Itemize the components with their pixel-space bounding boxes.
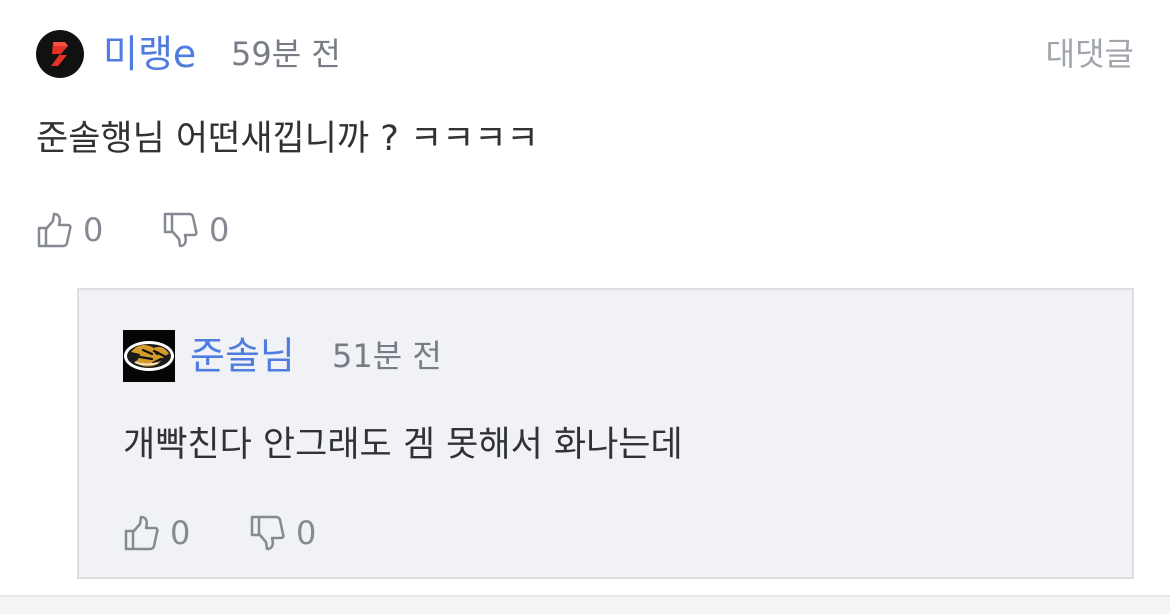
like-count: 0: [83, 211, 104, 249]
comment-username[interactable]: 미랭e: [103, 28, 196, 80]
thumbs-up-icon: [124, 515, 159, 551]
reply-button[interactable]: 대댓글: [1046, 28, 1134, 80]
reply-time: 51분 전: [332, 337, 442, 375]
thumbs-up-icon: [37, 212, 72, 248]
dislike-count: 0: [209, 211, 230, 249]
comment-header: 미랭e 59분 전 대댓글: [36, 28, 1134, 80]
reply-header: 준솔님 51분 전: [123, 328, 523, 382]
avatar[interactable]: [36, 30, 84, 78]
reply-text: 개빡친다 안그래도 겜 못해서 화나는데: [123, 425, 683, 465]
comment-text: 준솔행님 어떤새낍니까 ? ㅋㅋㅋㅋ: [36, 119, 539, 159]
like-count: 0: [170, 514, 191, 552]
dislike-count: 0: [296, 514, 317, 552]
reply-comment: 준솔님 51분 전 개빡친다 안그래도 겜 못해서 화나는데 0 0: [77, 288, 1134, 579]
reply-username[interactable]: 준솔님: [190, 330, 295, 382]
comment-thread: 미랭e 59분 전 대댓글 준솔행님 어떤새낍니까 ? ㅋㅋㅋㅋ 0 0 준솔님…: [0, 0, 1170, 597]
thumbs-down-icon: [163, 212, 198, 248]
comment-time: 59분 전: [231, 35, 341, 73]
thumbs-down-icon: [250, 515, 285, 551]
avatar[interactable]: [123, 330, 175, 382]
